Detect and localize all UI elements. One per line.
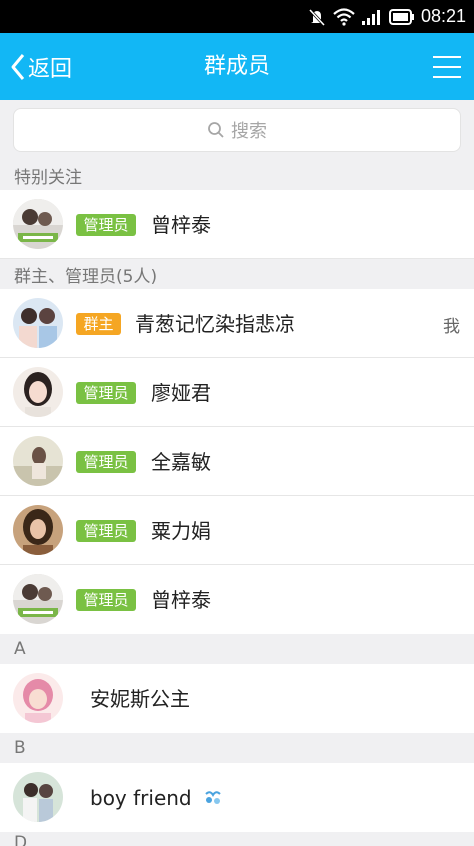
section-header-a: A — [0, 634, 474, 664]
list-item[interactable]: 管理员 粟力娟 — [0, 496, 474, 565]
back-label: 返回 — [28, 56, 73, 82]
battery-icon — [388, 8, 414, 25]
status-bar: 08:21 — [0, 0, 474, 33]
member-name: 廖娅君 — [151, 381, 211, 405]
avatar — [13, 574, 63, 624]
search-bar: 搜索 — [0, 100, 474, 160]
list-item[interactable]: boy friend — [0, 763, 474, 832]
menu-icon — [433, 56, 461, 78]
search-icon — [208, 122, 224, 138]
me-label: 我 — [443, 317, 460, 337]
admin-badge: 管理员 — [76, 589, 136, 611]
nav-bar: 返回 群成员 — [0, 33, 474, 100]
list-item[interactable]: 管理员 廖娅君 — [0, 358, 474, 427]
signal-icon — [361, 9, 380, 25]
avatar — [13, 436, 63, 486]
member-name: 青葱记忆染指悲凉 — [135, 312, 295, 336]
list-item[interactable]: 管理员 曾梓泰 — [0, 565, 474, 634]
mute-icon — [308, 8, 326, 26]
section-header-special: 特别关注 — [0, 160, 474, 190]
owner-badge: 群主 — [76, 313, 121, 335]
avatar — [13, 505, 63, 555]
section-header-admins: 群主、管理员(5人) — [0, 259, 474, 289]
admin-badge: 管理员 — [76, 382, 136, 404]
member-name: 粟力娟 — [151, 519, 211, 543]
search-placeholder: 搜索 — [231, 121, 267, 142]
member-name: 全嘉敏 — [151, 450, 211, 474]
avatar — [13, 199, 63, 249]
list-item[interactable]: 管理员 全嘉敏 — [0, 427, 474, 496]
vip-icon — [205, 791, 221, 804]
status-time: 08:21 — [420, 6, 466, 26]
member-name: 曾梓泰 — [151, 588, 211, 612]
section-header-b: B — [0, 733, 474, 763]
chevron-left-icon — [11, 53, 25, 80]
list-item[interactable]: 安妮斯公主 — [0, 664, 474, 733]
list-item[interactable]: 群主 青葱记忆染指悲凉 我 — [0, 289, 474, 358]
admin-badge: 管理员 — [76, 214, 136, 236]
avatar — [13, 367, 63, 417]
back-button[interactable]: 返回 — [10, 33, 72, 100]
member-name: 曾梓泰 — [151, 213, 211, 237]
member-name: 安妮斯公主 — [90, 687, 190, 711]
menu-button[interactable] — [432, 52, 462, 82]
avatar — [13, 298, 63, 348]
admin-badge: 管理员 — [76, 451, 136, 473]
wifi-icon — [333, 7, 355, 26]
member-name: boy friend — [90, 786, 192, 810]
section-header-d: D — [0, 832, 474, 846]
search-input[interactable]: 搜索 — [13, 108, 461, 152]
admin-badge: 管理员 — [76, 520, 136, 542]
avatar — [13, 772, 63, 822]
avatar — [13, 673, 63, 723]
list-item[interactable]: 管理员 曾梓泰 — [0, 190, 474, 259]
